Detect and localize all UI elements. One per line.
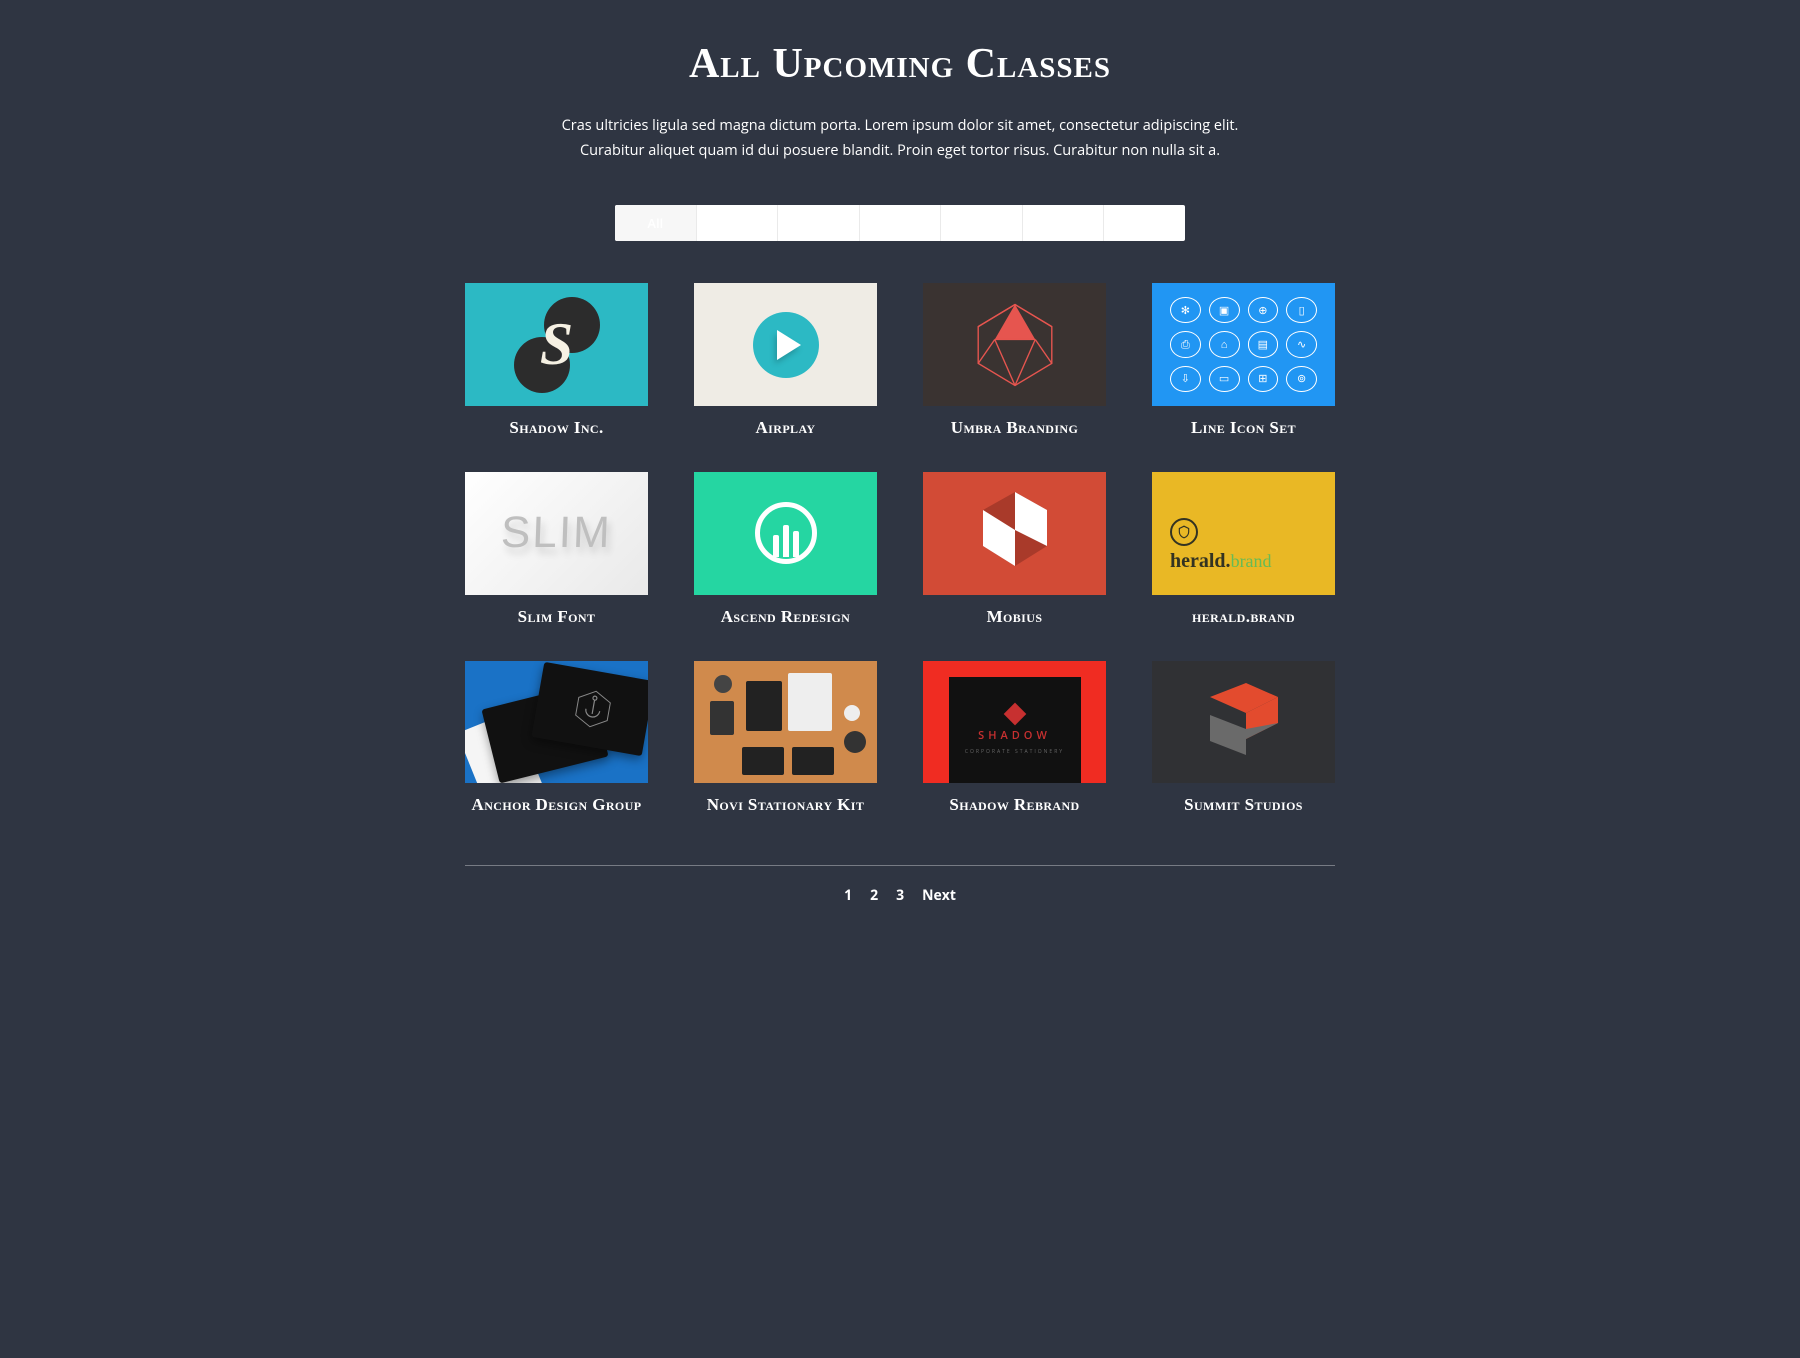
card-title: Shadow Inc. bbox=[465, 418, 648, 438]
page-link-3[interactable]: 3 bbox=[896, 886, 904, 905]
shadow-s-logo-icon: S bbox=[518, 301, 596, 389]
card-title: Summit Studios bbox=[1152, 795, 1335, 815]
card-line-icon-set[interactable]: ✻▣⊕▯ ⎙⌂▤∿ ⇩▭⊞⊚ Line Icon Set bbox=[1152, 283, 1335, 438]
filter-tab-3[interactable] bbox=[860, 205, 942, 241]
thumb-airplay bbox=[694, 283, 877, 406]
thumb-ascend bbox=[694, 472, 877, 595]
filter-tab-6[interactable] bbox=[1104, 205, 1185, 241]
thumb-lineicon: ✻▣⊕▯ ⎙⌂▤∿ ⇩▭⊞⊚ bbox=[1152, 283, 1335, 406]
thumb-novi bbox=[694, 661, 877, 784]
polyhedron-icon bbox=[969, 299, 1061, 391]
card-anchor-design-group[interactable]: Anchor Design Group bbox=[465, 661, 648, 816]
herald-wordmark-icon: herald.brand bbox=[1170, 550, 1335, 573]
card-title: Slim Font bbox=[465, 607, 648, 627]
stationery-flatlay-icon bbox=[694, 661, 877, 784]
shadow-rebrand-label: SHADOW bbox=[978, 728, 1051, 743]
mobius-hex-icon bbox=[979, 490, 1051, 577]
divider bbox=[465, 865, 1335, 866]
card-shadow-inc[interactable]: S Shadow Inc. bbox=[465, 283, 648, 438]
page-title: All Upcoming Classes bbox=[465, 40, 1335, 88]
thumb-shadow-inc: S bbox=[465, 283, 648, 406]
card-slim-font[interactable]: SLIM Slim Font bbox=[465, 472, 648, 627]
page-link-2[interactable]: 2 bbox=[870, 886, 878, 905]
card-novi-stationary-kit[interactable]: Novi Stationary Kit bbox=[694, 661, 877, 816]
anchor-hex-icon bbox=[569, 684, 618, 733]
page-subtitle: Cras ultricies ligula sed magna dictum p… bbox=[535, 114, 1265, 163]
card-ascend-redesign[interactable]: Ascend Redesign bbox=[694, 472, 877, 627]
filter-tab-1[interactable] bbox=[697, 205, 779, 241]
ascend-bars-icon bbox=[755, 502, 817, 564]
play-triangle-icon bbox=[777, 330, 801, 360]
card-umbra-branding[interactable]: Umbra Branding bbox=[923, 283, 1106, 438]
filter-tab-all[interactable]: All bbox=[615, 205, 697, 241]
card-title: Mobius bbox=[923, 607, 1106, 627]
thumb-anchor bbox=[465, 661, 648, 784]
line-icons-grid-icon: ✻▣⊕▯ ⎙⌂▤∿ ⇩▭⊞⊚ bbox=[1152, 283, 1335, 406]
thumb-shadow-rebrand: SHADOW CORPORATE STATIONERY bbox=[923, 661, 1106, 784]
filter-tab-4[interactable] bbox=[941, 205, 1023, 241]
card-mobius[interactable]: Mobius bbox=[923, 472, 1106, 627]
thumb-summit bbox=[1152, 661, 1335, 784]
card-shadow-rebrand[interactable]: SHADOW CORPORATE STATIONERY Shadow Rebra… bbox=[923, 661, 1106, 816]
slim-logo-icon: SLIM bbox=[500, 508, 612, 558]
cards-grid: S Shadow Inc. Airplay bbox=[465, 283, 1335, 815]
thumb-herald: herald.brand bbox=[1152, 472, 1335, 595]
card-title: Airplay bbox=[694, 418, 877, 438]
card-title: Line Icon Set bbox=[1152, 418, 1335, 438]
filter-bar: All bbox=[615, 205, 1185, 241]
card-herald-brand[interactable]: herald.brand herald.brand bbox=[1152, 472, 1335, 627]
card-summit-studios[interactable]: Summit Studios bbox=[1152, 661, 1335, 816]
filter-tab-2[interactable] bbox=[778, 205, 860, 241]
page-link-next[interactable]: Next bbox=[922, 886, 956, 905]
thumb-slim: SLIM bbox=[465, 472, 648, 595]
card-title: Umbra Branding bbox=[923, 418, 1106, 438]
thumb-umbra bbox=[923, 283, 1106, 406]
card-title: Anchor Design Group bbox=[465, 795, 648, 815]
card-title: Novi Stationary Kit bbox=[694, 795, 877, 815]
summit-s-icon bbox=[1200, 679, 1288, 764]
card-title: herald.brand bbox=[1152, 607, 1335, 627]
pagination: 1 2 3 Next bbox=[465, 886, 1335, 905]
thumb-mobius bbox=[923, 472, 1106, 595]
filter-tab-5[interactable] bbox=[1023, 205, 1105, 241]
diamond-icon bbox=[1003, 703, 1026, 726]
page-link-1[interactable]: 1 bbox=[844, 886, 852, 905]
shield-icon bbox=[1170, 518, 1198, 546]
card-airplay[interactable]: Airplay bbox=[694, 283, 877, 438]
card-title: Shadow Rebrand bbox=[923, 795, 1106, 815]
shadow-folder-icon: SHADOW CORPORATE STATIONERY bbox=[949, 677, 1081, 784]
play-circle-icon bbox=[753, 312, 819, 378]
shadow-rebrand-sublabel: CORPORATE STATIONERY bbox=[965, 749, 1064, 755]
card-title: Ascend Redesign bbox=[694, 607, 877, 627]
